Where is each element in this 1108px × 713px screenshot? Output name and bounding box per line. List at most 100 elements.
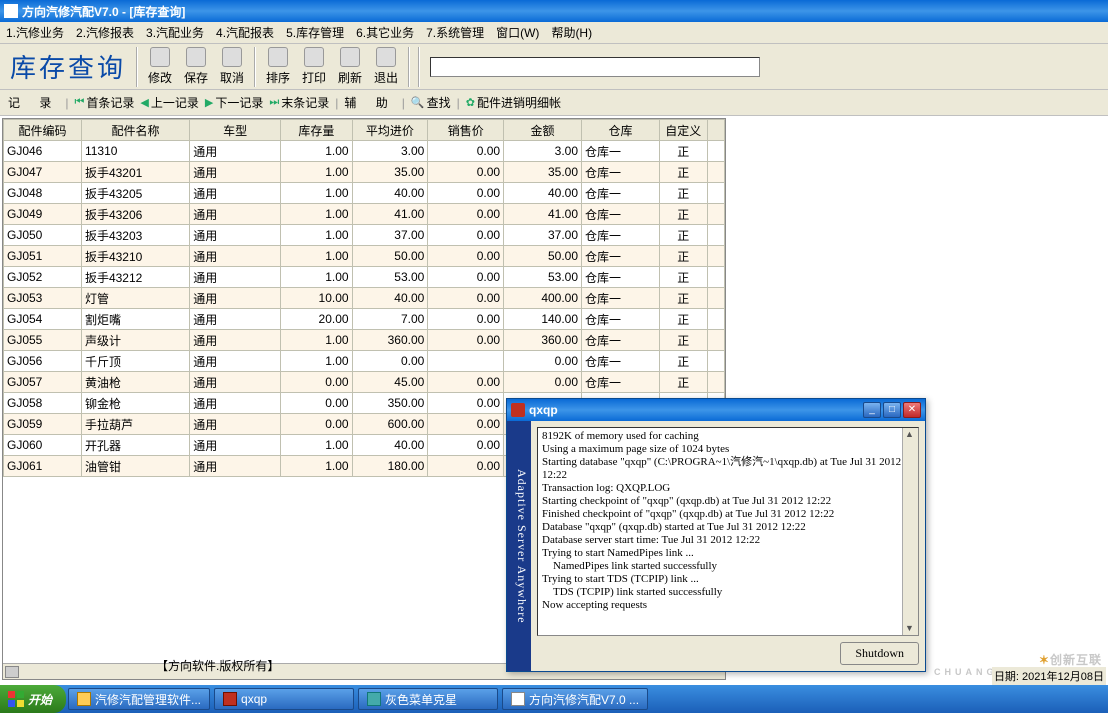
cell[interactable]: 扳手43210 xyxy=(81,246,189,267)
cell[interactable]: 0.00 xyxy=(428,372,504,393)
cell[interactable]: 通用 xyxy=(190,435,281,456)
cell[interactable]: 1.00 xyxy=(281,183,352,204)
cell[interactable]: 40.00 xyxy=(352,183,428,204)
cell[interactable]: 仓库一 xyxy=(582,225,660,246)
cell[interactable]: 正 xyxy=(659,330,707,351)
title-bar[interactable]: 方向汽修汽配V7.0 - [库存查询] xyxy=(0,0,1108,22)
cell[interactable]: 仓库一 xyxy=(582,246,660,267)
col-header[interactable]: 车型 xyxy=(190,120,281,141)
server-log[interactable]: 8192K of memory used for caching Using a… xyxy=(537,427,919,636)
cell[interactable]: 0.00 xyxy=(504,372,582,393)
nav-find[interactable]: 🔍查找 xyxy=(411,94,451,111)
cell[interactable]: 正 xyxy=(659,246,707,267)
nav-next-record[interactable]: ▶下一记录 xyxy=(205,94,263,111)
table-row[interactable]: GJ047扳手43201通用1.0035.000.0035.00仓库一正 xyxy=(4,162,725,183)
cell[interactable]: GJ057 xyxy=(4,372,82,393)
cell[interactable]: 正 xyxy=(659,372,707,393)
cell[interactable]: 41.00 xyxy=(352,204,428,225)
cell[interactable]: 0.00 xyxy=(428,288,504,309)
cell[interactable]: 扳手43201 xyxy=(81,162,189,183)
cell[interactable]: 1.00 xyxy=(281,351,352,372)
menu-help[interactable]: 帮助(H) xyxy=(551,24,592,41)
cell[interactable]: 50.00 xyxy=(504,246,582,267)
cell[interactable]: 1.00 xyxy=(281,141,352,162)
cell[interactable]: 通用 xyxy=(190,183,281,204)
col-header[interactable]: 库存量 xyxy=(281,120,352,141)
cell[interactable]: GJ060 xyxy=(4,435,82,456)
cell[interactable]: 7.00 xyxy=(352,309,428,330)
table-row[interactable]: GJ04611310通用1.003.000.003.00仓库一正 xyxy=(4,141,725,162)
cell[interactable]: GJ049 xyxy=(4,204,82,225)
close-button[interactable]: ✕ xyxy=(903,402,921,418)
cell[interactable]: 仓库一 xyxy=(582,372,660,393)
cell[interactable]: 35.00 xyxy=(504,162,582,183)
cell[interactable]: 180.00 xyxy=(352,456,428,477)
cell[interactable]: 0.00 xyxy=(281,372,352,393)
menu-window[interactable]: 窗口(W) xyxy=(496,24,539,41)
cell[interactable]: 0.00 xyxy=(428,267,504,288)
sort-button[interactable]: 排序 xyxy=(260,47,296,87)
maximize-button[interactable]: □ xyxy=(883,402,901,418)
cell[interactable]: 仓库一 xyxy=(582,141,660,162)
cell[interactable]: 0.00 xyxy=(428,414,504,435)
col-header[interactable]: 自定义 xyxy=(659,120,707,141)
cell[interactable]: 0.00 xyxy=(428,204,504,225)
cell[interactable]: 通用 xyxy=(190,372,281,393)
cell[interactable]: 仓库一 xyxy=(582,162,660,183)
cell[interactable]: 通用 xyxy=(190,393,281,414)
cell[interactable]: GJ055 xyxy=(4,330,82,351)
menu-system[interactable]: 7.系统管理 xyxy=(426,24,484,41)
cell[interactable]: 正 xyxy=(659,204,707,225)
menu-parts[interactable]: 3.汽配业务 xyxy=(146,24,204,41)
cell[interactable]: 50.00 xyxy=(352,246,428,267)
cell[interactable]: 1.00 xyxy=(281,456,352,477)
cell[interactable]: 0.00 xyxy=(504,351,582,372)
save-button[interactable]: 保存 xyxy=(178,47,214,87)
cell[interactable]: 扳手43206 xyxy=(81,204,189,225)
cell[interactable]: 通用 xyxy=(190,330,281,351)
nav-detail[interactable]: ✿配件进销明细帐 xyxy=(466,94,561,111)
cell[interactable]: 铆金枪 xyxy=(81,393,189,414)
cell[interactable]: 360.00 xyxy=(352,330,428,351)
cell[interactable]: 声级计 xyxy=(81,330,189,351)
table-row[interactable]: GJ057黄油枪通用0.0045.000.000.00仓库一正 xyxy=(4,372,725,393)
cell[interactable]: 开孔器 xyxy=(81,435,189,456)
task-item-greymenu[interactable]: 灰色菜单克星 xyxy=(358,688,498,710)
cell[interactable]: 1.00 xyxy=(281,162,352,183)
cell[interactable]: GJ059 xyxy=(4,414,82,435)
cell[interactable]: 通用 xyxy=(190,162,281,183)
table-row[interactable]: GJ053灯管通用10.0040.000.00400.00仓库一正 xyxy=(4,288,725,309)
cell[interactable]: 仓库一 xyxy=(582,309,660,330)
task-item-qxqp[interactable]: qxqp xyxy=(214,688,354,710)
table-row[interactable]: GJ056千斤顶通用1.000.000.00仓库一正 xyxy=(4,351,725,372)
col-header[interactable]: 仓库 xyxy=(582,120,660,141)
shutdown-button[interactable]: Shutdown xyxy=(840,642,919,665)
cell[interactable]: 0.00 xyxy=(428,456,504,477)
log-scrollbar[interactable] xyxy=(902,428,918,635)
cell[interactable]: 20.00 xyxy=(281,309,352,330)
cell[interactable]: 600.00 xyxy=(352,414,428,435)
cell[interactable]: 油管钳 xyxy=(81,456,189,477)
cell[interactable]: 45.00 xyxy=(352,372,428,393)
cell[interactable]: 1.00 xyxy=(281,225,352,246)
cell[interactable]: 仓库一 xyxy=(582,351,660,372)
cell[interactable]: 3.00 xyxy=(352,141,428,162)
table-row[interactable]: GJ048扳手43205通用1.0040.000.0040.00仓库一正 xyxy=(4,183,725,204)
cell[interactable]: 0.00 xyxy=(428,309,504,330)
cell[interactable]: 通用 xyxy=(190,309,281,330)
cell[interactable]: 仓库一 xyxy=(582,330,660,351)
cell[interactable]: 通用 xyxy=(190,246,281,267)
modify-button[interactable]: 修改 xyxy=(142,47,178,87)
cell[interactable]: GJ048 xyxy=(4,183,82,204)
cell[interactable]: 37.00 xyxy=(352,225,428,246)
cell[interactable]: GJ046 xyxy=(4,141,82,162)
cell[interactable]: 0.00 xyxy=(428,162,504,183)
cell[interactable]: 手拉葫芦 xyxy=(81,414,189,435)
cell[interactable]: 11310 xyxy=(81,141,189,162)
table-row[interactable]: GJ054割炬嘴通用20.007.000.00140.00仓库一正 xyxy=(4,309,725,330)
cell[interactable]: 53.00 xyxy=(352,267,428,288)
print-button[interactable]: 打印 xyxy=(296,47,332,87)
cell[interactable]: 通用 xyxy=(190,351,281,372)
cell[interactable]: 千斤顶 xyxy=(81,351,189,372)
cancel-button[interactable]: 取消 xyxy=(214,47,250,87)
